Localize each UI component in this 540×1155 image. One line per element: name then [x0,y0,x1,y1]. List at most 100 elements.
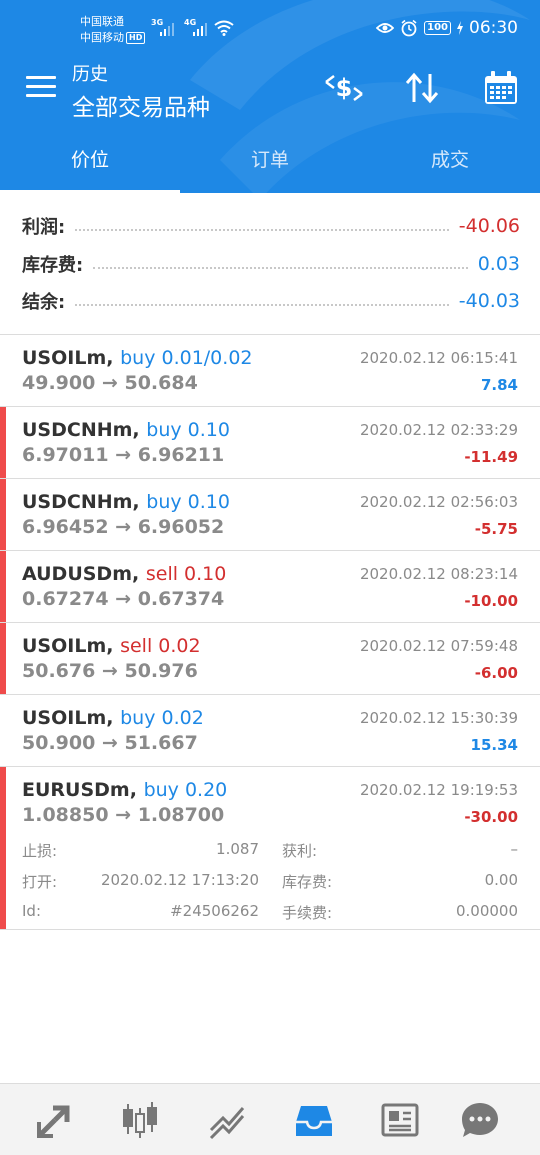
take-profit-label: 获利: [282,842,318,860]
tab-price[interactable]: 价位 [0,130,180,193]
sort-button[interactable] [400,66,444,110]
signal-bars-1-icon [160,22,174,36]
line-chart-icon [209,1107,245,1140]
sort-arrows-icon [405,72,439,104]
tab-orders[interactable]: 订单 [180,130,360,193]
summary-profit-label: 利润: [22,217,66,238]
charging-icon [457,21,463,35]
deal-type: buy 0.20 [143,779,228,801]
carrier-info: 中国联通 中国移动 HD [80,14,146,46]
deal-type: buy 0.02 [120,707,204,729]
status-right: 100 06:30 [376,18,518,38]
deal-symbol: USOILm, [22,707,114,729]
deal-symbol: EURUSDm, [22,779,137,801]
deal-symbol: USOILm, [22,347,114,369]
currency-exchange-button[interactable]: $ [322,66,366,110]
commission-value: 0.00000 [455,902,518,920]
deal-profit: -11.49 [464,448,518,466]
summary-swap-label: 库存费: [22,255,84,276]
take-profit-value: – [510,840,519,858]
menu-button[interactable] [26,76,56,98]
deal-profit: 15.34 [470,736,518,754]
carrier-1: 中国联通 [80,15,124,28]
deal-type: buy 0.10 [146,491,230,513]
nav-quotes[interactable] [118,1098,162,1142]
clock: 06:30 [469,18,518,38]
summary-profit-row: 利润: -40.06 [22,211,520,241]
deal-prices: 49.900 → 50.684 [22,372,198,394]
deal-type: buy 0.10 [146,419,230,441]
deal-prices: 50.900 → 51.667 [22,732,198,754]
page-subtitle: 历史 [72,64,108,85]
carrier-2: 中国移动 [80,31,124,44]
trade-arrows-icon [37,1105,70,1138]
deal-prices: 50.676 → 50.976 [22,660,198,682]
deal-symbol: USDCNHm, [22,491,140,513]
deal-id-label: Id: [22,902,41,920]
app-bar: 中国联通 中国移动HD 3G 4G 100 06:30 历史 全部交易品种 $ [0,0,540,193]
history-inbox-icon [296,1106,332,1136]
calendar-button[interactable] [479,66,523,110]
signal-bars-2-icon [193,22,207,36]
deal-row[interactable]: USOILm, buy 0.02 50.900 → 51.667 2020.02… [0,695,540,767]
hd-badge: HD [126,32,146,44]
deal-symbol: USOILm, [22,635,114,657]
deal-symbol: USDCNHm, [22,419,140,441]
stop-loss-label: 止损: [22,842,58,860]
summary-swap-value: 0.03 [477,253,520,275]
open-time-value: 2020.02.12 17:13:20 [100,871,259,889]
tab-deals[interactable]: 成交 [360,130,540,193]
summary-balance-label: 结余: [22,292,66,313]
nav-chart[interactable] [205,1098,249,1142]
deal-prices: 1.08850 → 1.08700 [22,804,225,826]
calendar-icon [485,71,517,104]
loss-marker [0,407,6,478]
loss-marker [0,551,6,622]
deal-prices: 0.67274 → 0.67374 [22,588,225,610]
summary-balance-row: 结余: -40.03 [22,286,520,316]
dotted-leader [75,229,449,231]
deal-prices: 6.97011 → 6.96211 [22,444,225,466]
eye-icon [376,23,395,33]
symbol-filter[interactable]: 全部交易品种 [72,88,210,122]
deal-row[interactable]: USDCNHm, buy 0.10 6.97011 → 6.96211 2020… [0,407,540,479]
bottom-navigation [0,1083,540,1155]
deal-row[interactable]: USOILm, buy 0.01/0.02 49.900 → 50.684 20… [0,335,540,407]
deal-row-expanded[interactable]: EURUSDm, buy 0.20 1.08850 → 1.08700 2020… [0,767,540,930]
nav-chat[interactable] [458,1098,502,1142]
deal-row[interactable]: USDCNHm, buy 0.10 6.96452 → 6.96052 2020… [0,479,540,551]
deal-symbol: AUDUSDm, [22,563,140,585]
battery-level: 100 [424,21,451,35]
dotted-leader [75,304,449,306]
deal-prices: 6.96452 → 6.96052 [22,516,225,538]
alarm-icon [401,19,417,37]
deal-type: buy 0.01/0.02 [120,347,253,369]
deal-time: 2020.02.12 19:19:53 [359,781,518,799]
deal-time: 2020.02.12 02:33:29 [359,421,518,439]
loss-marker [0,623,6,694]
deal-profit: -6.00 [474,664,518,682]
nav-trade[interactable] [33,1098,77,1142]
swap-value: 0.00 [484,871,518,889]
nav-news[interactable] [378,1098,422,1142]
dotted-leader [93,267,468,269]
loss-marker [0,767,6,929]
svg-text:$: $ [336,74,353,102]
stop-loss-value: 1.087 [216,840,259,858]
deal-profit: -10.00 [464,592,518,610]
deal-row[interactable]: USOILm, sell 0.02 50.676 → 50.976 2020.0… [0,623,540,695]
deal-time: 2020.02.12 06:15:41 [359,349,518,367]
status-bar: 中国联通 中国移动 HD 3G 4G 100 06:30 [0,0,540,56]
deal-profit: 7.84 [480,376,518,394]
deal-time: 2020.02.12 15:30:39 [359,709,518,727]
candlestick-chart-icon [123,1102,157,1138]
chat-bubble-icon [462,1103,498,1137]
deal-type: sell 0.02 [120,635,201,657]
nav-history[interactable] [292,1098,336,1142]
deal-time: 2020.02.12 07:59:48 [359,637,518,655]
menu-icon [26,76,56,79]
summary-profit-value: -40.06 [458,215,520,237]
swap-label: 库存费: [282,873,333,891]
deal-row[interactable]: AUDUSDm, sell 0.10 0.67274 → 0.67374 202… [0,551,540,623]
news-icon [381,1103,419,1137]
